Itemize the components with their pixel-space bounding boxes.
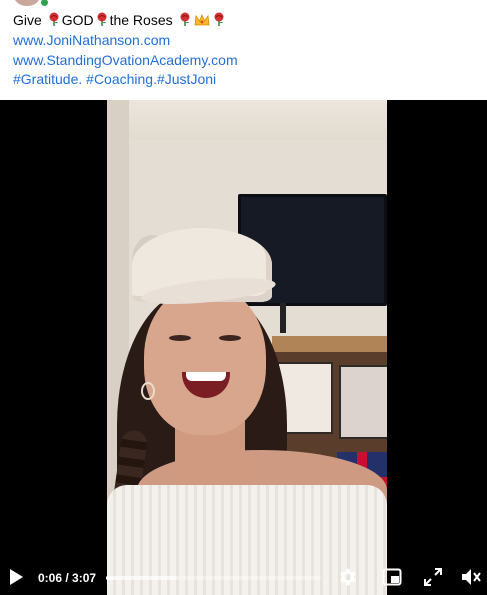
video-person-eye <box>219 335 241 341</box>
video-scene-tv-mount <box>280 303 286 333</box>
post-caption-line: Give GOD the Roses <box>13 11 227 30</box>
avatar[interactable] <box>14 0 40 6</box>
rose-icon <box>214 12 224 26</box>
video-person-eye <box>169 335 191 341</box>
rose-icon <box>180 12 190 26</box>
play-icon[interactable] <box>10 569 23 585</box>
progress-played <box>106 576 113 580</box>
link-line-2: www.StandingOvationAcademy.com <box>13 51 238 70</box>
video-player[interactable]: 0:06 / 3:07 <box>0 100 487 595</box>
settings-gear-icon[interactable] <box>336 566 358 588</box>
hashtags-line: #Gratitude. #Coaching.#JustJoni <box>13 70 216 89</box>
player-controls: 0:06 / 3:07 <box>0 560 487 595</box>
post-header: Give GOD the Roses www.JoniNathanson.com … <box>0 0 487 100</box>
video-person-face <box>144 285 266 435</box>
caption-give: Give <box>13 12 42 28</box>
online-status-dot <box>40 0 49 7</box>
link-line-1: www.JoniNathanson.com <box>13 31 170 50</box>
video-scene-picture <box>339 365 387 439</box>
link-standing-ovation-academy[interactable]: www.StandingOvationAcademy.com <box>13 52 238 68</box>
rose-icon <box>97 12 107 26</box>
time-display: 0:06 / 3:07 <box>38 571 97 585</box>
hashtag-links[interactable]: #Gratitude. #Coaching.#JustJoni <box>13 71 216 87</box>
volume-muted-icon[interactable] <box>460 567 482 587</box>
link-joni-nathanson[interactable]: www.JoniNathanson.com <box>13 32 170 48</box>
video-frame[interactable] <box>107 100 387 595</box>
fullscreen-icon[interactable] <box>424 568 442 586</box>
video-person-earring <box>141 382 155 400</box>
picture-in-picture-icon[interactable] <box>382 568 402 586</box>
rose-icon <box>49 12 59 26</box>
progress-buffered <box>106 576 177 580</box>
video-scene-shelf <box>272 336 387 352</box>
video-scene-wall <box>107 100 387 140</box>
caption-god: GOD <box>61 12 94 28</box>
crown-icon <box>194 13 209 26</box>
progress-scrubber[interactable] <box>106 576 321 580</box>
caption-the-roses: the Roses <box>109 12 173 28</box>
